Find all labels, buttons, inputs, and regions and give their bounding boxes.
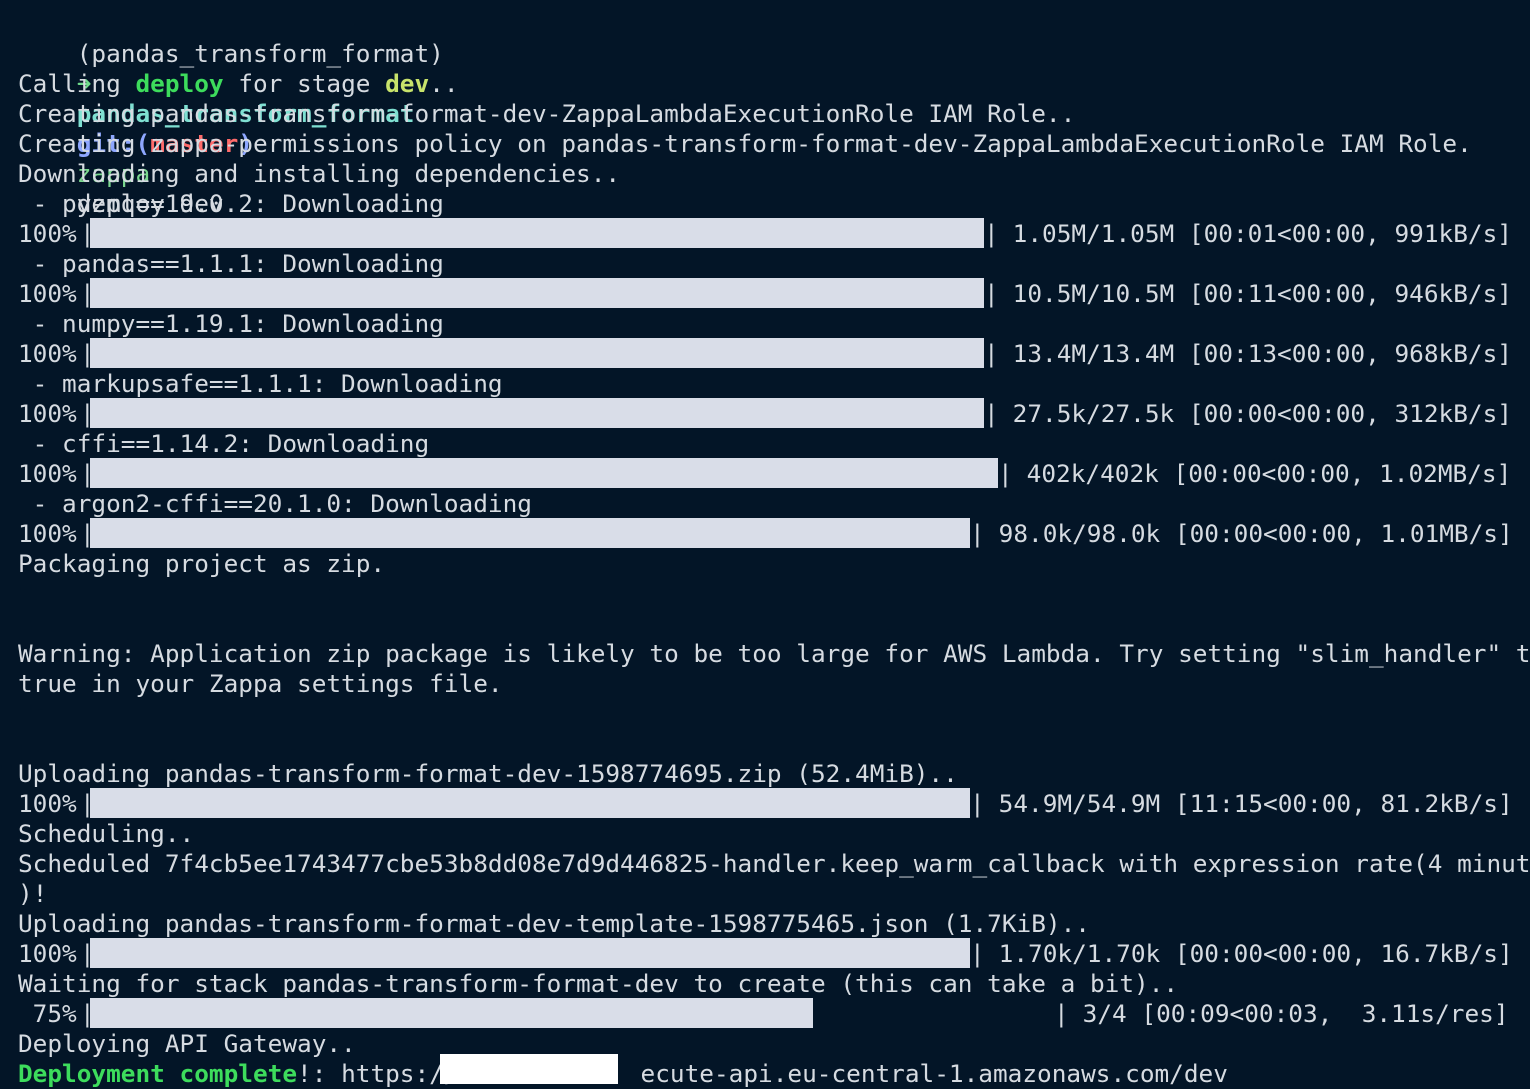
progress-percent: 75% — [18, 999, 77, 1028]
scheduled-line-cont: )! — [18, 879, 48, 908]
dependency-line: - pyzmq==19.0.2: Downloading — [18, 189, 444, 218]
progress-right-pipe: | — [1054, 999, 1069, 1028]
progress-percent: 100% — [18, 459, 77, 488]
deployment-url-tail[interactable]: ecute-api.eu-central-1.amazonaws.com/dev — [641, 1059, 1228, 1088]
warning-line: Warning: Application zip package is like… — [18, 639, 1530, 668]
waiting-stack-line: Waiting for stack pandas-transform-forma… — [18, 969, 1179, 998]
deployment-url-prefix: !: https:// — [297, 1059, 459, 1088]
uploading-zip-line: Uploading pandas-transform-format-dev-15… — [18, 759, 958, 788]
progress-stats: 402k/402k [00:00<00:00, 1.02MB/s] — [1012, 459, 1512, 488]
create-policy-line: Creating zappa-permissions policy on pan… — [18, 129, 1472, 158]
calling-mid: for stage — [223, 69, 386, 98]
redaction-box — [440, 1054, 618, 1084]
progress-bar-fill — [90, 218, 984, 248]
progress-stats: 3/4 [00:09<00:03, 3.11s/res] — [1068, 999, 1509, 1028]
progress-bar-fill — [90, 938, 970, 968]
progress-right-pipe: | — [970, 939, 985, 968]
packaging-line: Packaging project as zip. — [18, 549, 386, 578]
progress-percent: 100% — [18, 939, 77, 968]
progress-percent: 100% — [18, 219, 77, 248]
deploy-action: deploy — [135, 69, 224, 98]
progress-stats: 1.05M/1.05M [00:01<00:00, 991kB/s] — [998, 219, 1512, 248]
deploying-api-line: Deploying API Gateway.. — [18, 1029, 356, 1058]
deployment-complete-label: Deployment complete — [18, 1059, 298, 1088]
progress-bar-fill — [90, 518, 970, 548]
progress-stats: 98.0k/98.0k [00:00<00:00, 1.01MB/s] — [984, 519, 1513, 548]
progress-right-pipe: | — [998, 459, 1013, 488]
dependency-line: - pandas==1.1.1: Downloading — [18, 249, 444, 278]
progress-percent: 100% — [18, 279, 77, 308]
deployment-complete-line: Deployment complete!: https:// ecute-api.… — [18, 1059, 1228, 1089]
progress-bar-fill — [90, 458, 998, 488]
dependency-line: - argon2-cffi==20.1.0: Downloading — [18, 489, 532, 518]
downloading-line: Downloading and installing dependencies.… — [18, 159, 621, 188]
progress-stats: 27.5k/27.5k [00:00<00:00, 312kB/s] — [998, 399, 1512, 428]
dependency-line: - numpy==1.19.1: Downloading — [18, 309, 444, 338]
virtualenv-name: (pandas_transform_format) — [76, 39, 444, 68]
progress-right-pipe: | — [984, 219, 999, 248]
progress-right-pipe: | — [984, 399, 999, 428]
progress-bar-fill — [90, 998, 813, 1028]
progress-bar-fill — [90, 278, 984, 308]
calling-deploy-line: Calling deploy for stage dev.. — [18, 69, 459, 99]
warning-line: true in your Zappa settings file. — [18, 669, 503, 698]
progress-percent: 100% — [18, 399, 77, 428]
dependency-line: - markupsafe==1.1.1: Downloading — [18, 369, 503, 398]
progress-percent: 100% — [18, 519, 77, 548]
progress-right-pipe: | — [984, 279, 999, 308]
calling-post: .. — [429, 69, 459, 98]
command-prompt-line: (pandas_transform_format) ➜ pandas_trans… — [18, 9, 444, 218]
progress-stats: 1.70k/1.70k [00:00<00:00, 16.7kB/s] — [984, 939, 1513, 968]
progress-bar-fill — [90, 398, 984, 428]
progress-bar-fill — [90, 338, 984, 368]
progress-percent: 100% — [18, 339, 77, 368]
progress-bar-fill — [90, 788, 970, 818]
scheduling-line: Scheduling.. — [18, 819, 195, 848]
scheduled-line: Scheduled 7f4cb5ee1743477cbe53b8dd08e7d9… — [18, 849, 1530, 878]
progress-right-pipe: | — [970, 519, 985, 548]
progress-percent: 100% — [18, 789, 77, 818]
progress-right-pipe: | — [970, 789, 985, 818]
progress-stats: 13.4M/13.4M [00:13<00:00, 968kB/s] — [998, 339, 1512, 368]
calling-pre: Calling — [18, 69, 136, 98]
terminal-window[interactable]: (pandas_transform_format) ➜ pandas_trans… — [18, 0, 1530, 1089]
progress-stats: 10.5M/10.5M [00:11<00:00, 946kB/s] — [998, 279, 1512, 308]
dependency-line: - cffi==1.14.2: Downloading — [18, 429, 430, 458]
stage-name: dev — [385, 69, 430, 98]
create-role-line: Creating pandas-transform-format-dev-Zap… — [18, 99, 1076, 128]
uploading-template-line: Uploading pandas-transform-format-dev-te… — [18, 909, 1090, 938]
progress-stats: 54.9M/54.9M [11:15<00:00, 81.2kB/s] — [984, 789, 1513, 818]
progress-right-pipe: | — [984, 339, 999, 368]
